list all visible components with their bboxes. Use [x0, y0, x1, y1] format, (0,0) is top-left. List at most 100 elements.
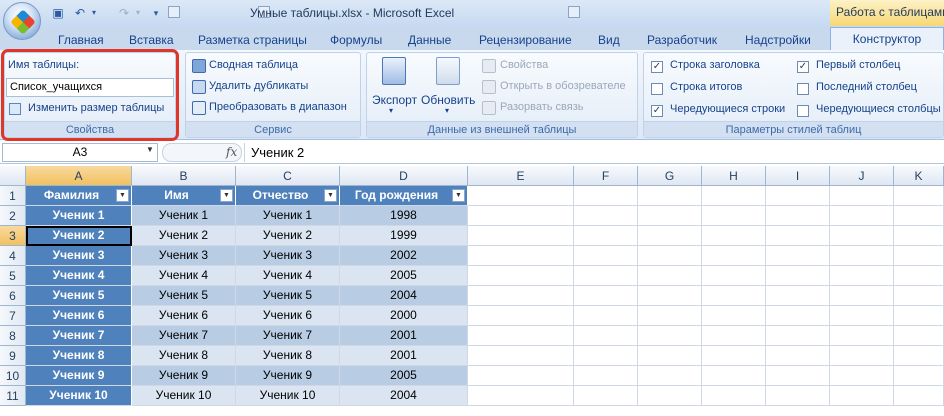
table-cell[interactable]: 2001 — [340, 326, 468, 346]
empty-cell[interactable] — [638, 366, 702, 386]
tab-developer[interactable]: Разработчик — [647, 30, 717, 50]
empty-cell[interactable] — [894, 326, 944, 346]
empty-cell[interactable] — [894, 386, 944, 406]
empty-cell[interactable] — [574, 386, 638, 406]
taskbar-window-icon[interactable] — [568, 6, 580, 18]
empty-cell[interactable] — [830, 206, 894, 226]
undo-dropdown-icon[interactable]: ▾ — [86, 5, 102, 21]
table-header-cell[interactable]: Фамилия ▼ — [26, 186, 132, 206]
empty-cell[interactable] — [894, 186, 944, 206]
filter-dropdown-icon[interactable]: ▼ — [452, 189, 465, 202]
empty-cell[interactable] — [830, 266, 894, 286]
totals-row-checkbox[interactable] — [651, 81, 663, 95]
column-header-i[interactable]: I — [766, 166, 830, 186]
table-cell[interactable]: Ученик 2 — [132, 226, 236, 246]
empty-cell[interactable] — [702, 286, 766, 306]
empty-cell[interactable] — [468, 326, 574, 346]
export-dropdown-icon[interactable]: ▾ — [389, 106, 393, 115]
pivot-table-button[interactable]: Сводная таблица — [209, 59, 298, 71]
empty-cell[interactable] — [574, 286, 638, 306]
table-cell[interactable]: 1998 — [340, 206, 468, 226]
empty-cell[interactable] — [638, 286, 702, 306]
table-cell[interactable]: Ученик 3 — [236, 246, 340, 266]
column-header-j[interactable]: J — [830, 166, 894, 186]
empty-cell[interactable] — [468, 246, 574, 266]
table-cell[interactable]: Ученик 1 — [236, 206, 340, 226]
tab-home[interactable]: Главная — [58, 30, 104, 50]
empty-cell[interactable] — [766, 266, 830, 286]
row-header[interactable]: 6 — [0, 286, 26, 306]
empty-cell[interactable] — [766, 226, 830, 246]
empty-cell[interactable] — [894, 206, 944, 226]
convert-to-range-button[interactable]: Преобразовать в диапазон — [209, 101, 347, 113]
row-header[interactable]: 2 — [0, 206, 26, 226]
empty-cell[interactable] — [638, 226, 702, 246]
column-header-b[interactable]: B — [132, 166, 236, 186]
table-cell[interactable]: Ученик 6 — [26, 306, 132, 326]
row-header[interactable]: 10 — [0, 366, 26, 386]
empty-cell[interactable] — [766, 346, 830, 366]
empty-cell[interactable] — [638, 306, 702, 326]
filter-dropdown-icon[interactable]: ▼ — [220, 189, 233, 202]
table-cell[interactable]: Ученик 9 — [26, 366, 132, 386]
remove-duplicates-button[interactable]: Удалить дубликаты — [209, 80, 308, 92]
empty-cell[interactable] — [468, 266, 574, 286]
table-cell[interactable]: Ученик 7 — [236, 326, 340, 346]
empty-cell[interactable] — [766, 386, 830, 406]
row-header[interactable]: 5 — [0, 266, 26, 286]
table-cell[interactable]: Ученик 4 — [132, 266, 236, 286]
row-header[interactable]: 7 — [0, 306, 26, 326]
table-cell[interactable]: Ученик 8 — [132, 346, 236, 366]
empty-cell[interactable] — [638, 246, 702, 266]
empty-cell[interactable] — [468, 306, 574, 326]
empty-cell[interactable] — [574, 326, 638, 346]
empty-cell[interactable] — [894, 266, 944, 286]
table-cell[interactable]: 2004 — [340, 386, 468, 406]
tab-view[interactable]: Вид — [598, 30, 620, 50]
properties-button[interactable]: Свойства — [500, 59, 548, 71]
filter-dropdown-icon[interactable]: ▼ — [116, 189, 129, 202]
name-box[interactable]: A3 — [2, 143, 158, 162]
table-cell[interactable]: Ученик 1 — [132, 206, 236, 226]
table-cell[interactable]: Ученик 7 — [26, 326, 132, 346]
empty-cell[interactable] — [830, 366, 894, 386]
empty-cell[interactable] — [702, 306, 766, 326]
empty-cell[interactable] — [766, 326, 830, 346]
table-cell[interactable]: Ученик 10 — [132, 386, 236, 406]
empty-cell[interactable] — [766, 206, 830, 226]
save-icon[interactable]: ▣ — [50, 5, 66, 21]
empty-cell[interactable] — [830, 186, 894, 206]
row-header[interactable]: 4 — [0, 246, 26, 266]
empty-cell[interactable] — [702, 326, 766, 346]
empty-cell[interactable] — [894, 366, 944, 386]
empty-cell[interactable] — [830, 306, 894, 326]
row-header[interactable]: 9 — [0, 346, 26, 366]
empty-cell[interactable] — [766, 306, 830, 326]
banded-rows-checkbox[interactable]: ✓ — [651, 103, 663, 117]
empty-cell[interactable] — [574, 226, 638, 246]
empty-cell[interactable] — [702, 206, 766, 226]
table-cell[interactable]: Ученик 2 — [236, 226, 340, 246]
table-cell[interactable]: Ученик 5 — [236, 286, 340, 306]
empty-cell[interactable] — [702, 346, 766, 366]
row-header[interactable]: 11 — [0, 386, 26, 406]
column-header-h[interactable]: H — [702, 166, 766, 186]
row-header[interactable]: 1 — [0, 186, 26, 206]
table-cell[interactable]: Ученик 8 — [26, 346, 132, 366]
table-cell[interactable]: 2004 — [340, 286, 468, 306]
first-column-checkbox[interactable]: ✓ — [797, 59, 809, 73]
empty-cell[interactable] — [574, 266, 638, 286]
unlink-button[interactable]: Разорвать связь — [500, 101, 584, 113]
table-cell[interactable]: Ученик 4 — [236, 266, 340, 286]
tab-formulas[interactable]: Формулы — [330, 30, 382, 50]
column-header-c[interactable]: C — [236, 166, 340, 186]
column-header-g[interactable]: G — [638, 166, 702, 186]
refresh-dropdown-icon[interactable]: ▾ — [445, 106, 449, 115]
table-cell[interactable]: Ученик 5 — [26, 286, 132, 306]
table-cell[interactable]: Ученик 5 — [132, 286, 236, 306]
empty-cell[interactable] — [766, 246, 830, 266]
table-cell[interactable]: 2000 — [340, 306, 468, 326]
tab-data[interactable]: Данные — [408, 30, 451, 50]
last-column-checkbox[interactable] — [797, 81, 809, 95]
select-all-corner[interactable] — [0, 166, 26, 186]
